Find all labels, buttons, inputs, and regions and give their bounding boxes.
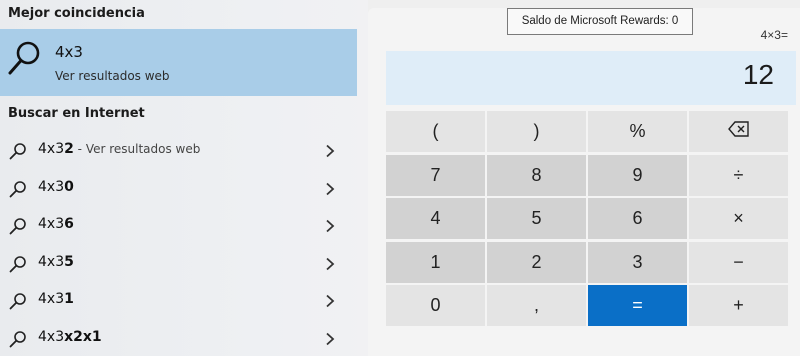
result-prefix: 4x3 — [38, 291, 65, 307]
search-icon — [9, 217, 27, 239]
chevron-right-icon[interactable] — [325, 256, 335, 275]
best-match-item[interactable]: 4x3 Ver resultados web — [0, 29, 357, 96]
key-label: ) — [533, 121, 540, 141]
open-paren-key[interactable]: ( — [386, 111, 485, 152]
add-key[interactable]: + — [689, 285, 788, 326]
result-match: 1 — [64, 291, 74, 307]
best-match-title: 4x3 — [55, 43, 83, 61]
key-label: 3 — [632, 251, 643, 272]
equals-key[interactable]: = — [588, 285, 687, 326]
web-result-row[interactable]: 4x3x2x1 — [0, 319, 357, 356]
key-label: ÷ — [733, 164, 744, 185]
search-icon — [9, 255, 27, 277]
key-label: 2 — [531, 251, 542, 272]
key-label: ( — [432, 121, 439, 141]
result-prefix: 4x3 — [38, 141, 65, 157]
web-result-label: 4x36 — [38, 216, 74, 232]
key-label: 0 — [430, 295, 441, 315]
result-match: 2 — [64, 141, 74, 157]
web-result-row[interactable]: 4x36 — [0, 206, 357, 243]
best-match-heading: Mejor coincidencia — [8, 6, 145, 21]
digit-1-key[interactable]: 1 — [386, 241, 485, 283]
search-results-panel: Mejor coincidencia 4x3 Ver resultados we… — [0, 0, 368, 356]
search-icon — [9, 292, 27, 314]
digit-5-key[interactable]: 5 — [487, 198, 586, 239]
key-label: 8 — [531, 164, 542, 185]
web-result-row[interactable]: 4x30 — [0, 169, 357, 206]
digit-7-key[interactable]: 7 — [386, 154, 485, 196]
digit-3-key[interactable]: 3 — [588, 241, 687, 283]
key-label: × — [733, 208, 744, 228]
key-label: 9 — [632, 164, 643, 185]
digit-8-key[interactable]: 8 — [487, 154, 586, 196]
digit-2-key[interactable]: 2 — [487, 241, 586, 283]
digit-0-key[interactable]: 0 — [386, 285, 485, 326]
multiply-key[interactable]: × — [689, 198, 788, 239]
percent-key[interactable]: % — [588, 111, 687, 152]
divide-key[interactable]: ÷ — [689, 154, 788, 196]
web-result-label: 4x32 - Ver resultados web — [38, 141, 200, 157]
result-prefix: 4x3 — [38, 178, 65, 195]
digit-9-key[interactable]: 9 — [588, 154, 687, 196]
key-label: 6 — [632, 208, 643, 228]
key-label: = — [632, 295, 643, 315]
key-label: + — [733, 295, 744, 315]
key-label: % — [629, 121, 646, 141]
result-match: 5 — [64, 253, 74, 270]
key-label: , — [533, 295, 539, 315]
chevron-right-icon[interactable] — [325, 181, 335, 200]
digit-4-key[interactable]: 4 — [386, 198, 485, 239]
key-label: 4 — [430, 208, 441, 228]
key-label: − — [733, 251, 744, 272]
close-paren-key[interactable]: ) — [487, 111, 586, 152]
result-prefix: 4x3 — [38, 328, 65, 345]
key-label: 1 — [430, 251, 441, 272]
calculator-display: 12 — [386, 51, 796, 105]
web-result-row[interactable]: 4x32 - Ver resultados web — [0, 131, 357, 168]
web-result-label: 4x31 — [38, 291, 74, 307]
web-result-label: 4x35 — [38, 254, 74, 270]
result-prefix: 4x3 — [38, 253, 65, 270]
result-match: 0 — [64, 178, 74, 195]
chevron-right-icon[interactable] — [325, 293, 335, 312]
backspace-icon — [727, 121, 750, 142]
web-result-label: 4x30 — [38, 179, 74, 195]
result-prefix: 4x3 — [38, 216, 65, 232]
web-result-row[interactable]: 4x31 — [0, 281, 357, 318]
calculator-result: 12 — [742, 59, 774, 90]
search-icon — [9, 330, 27, 352]
result-suffix: - Ver resultados web — [73, 142, 201, 156]
chevron-right-icon[interactable] — [325, 143, 335, 162]
key-label: 7 — [430, 164, 441, 185]
key-label: 5 — [531, 208, 542, 228]
best-match-subtitle: Ver resultados web — [55, 69, 170, 83]
web-result-label: 4x3x2x1 — [38, 329, 102, 345]
search-icon — [9, 180, 27, 202]
web-result-row[interactable]: 4x35 — [0, 244, 357, 281]
web-search-heading: Buscar en Internet — [8, 106, 145, 121]
chevron-right-icon[interactable] — [325, 331, 335, 350]
chevron-right-icon[interactable] — [325, 218, 335, 237]
search-icon — [9, 142, 27, 164]
digit-6-key[interactable]: 6 — [588, 198, 687, 239]
calculator-panel: Saldo de Microsoft Rewards: 0 4×3= 12 ()… — [368, 8, 800, 356]
decimal-key[interactable]: , — [487, 285, 586, 326]
backspace-key[interactable] — [689, 111, 788, 152]
calculator-expression: 4×3= — [760, 28, 788, 42]
search-icon — [7, 40, 41, 82]
subtract-key[interactable]: − — [689, 241, 788, 283]
rewards-tooltip: Saldo de Microsoft Rewards: 0 — [507, 8, 693, 35]
result-match: x2x1 — [64, 328, 102, 345]
result-match: 6 — [64, 216, 74, 232]
